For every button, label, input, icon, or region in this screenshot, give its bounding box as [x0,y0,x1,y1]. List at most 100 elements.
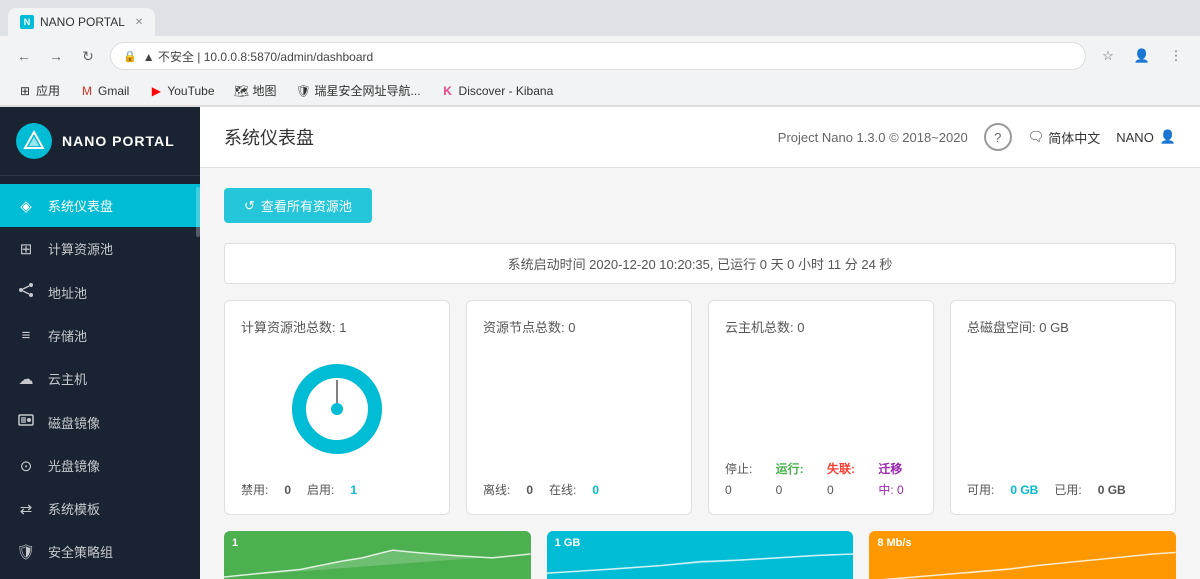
disk-chart [967,348,1159,469]
used-label: 已用: [1054,481,1081,498]
enabled-value: 1 [350,483,357,497]
forward-button[interactable]: → [42,42,70,70]
bookmark-youtube[interactable]: ▶ YouTube [141,82,222,100]
language-selector[interactable]: 🗨 简体中文 [1028,128,1101,147]
user-menu[interactable]: NANO 👤 [1116,129,1176,145]
header-right: Project Nano 1.3.0 © 2018~2020 ? 🗨 简体中文 … [778,123,1176,151]
youtube-icon: ▶ [149,84,163,98]
sidebar-item-disk-label: 磁盘镜像 [48,413,100,432]
disabled-label: 禁用: [241,481,268,498]
tab-label: NANO PORTAL [40,15,125,29]
resource-nodes-card: 资源节点总数: 0 离线: 0 在线: 0 [466,300,692,515]
apps-icon: ⊞ [18,84,32,98]
sidebar-item-disk-image[interactable]: 磁盘镜像 [0,400,200,444]
sidebar: NANO PORTAL ◈ 系统仪表盘 ⊞ 计算资源池 [0,107,200,579]
chart-3-svg [869,531,1176,579]
chart-2-svg [547,531,854,579]
compute-pool-card-title: 计算资源池总数: 1 [241,317,433,336]
chart-1-svg [224,531,531,579]
logo-svg [23,130,45,152]
migrating-label2: 中: 0 [878,481,917,498]
compute-pool-card: 计算资源池总数: 1 禁用: 0 启用: 1 [224,300,450,515]
sidebar-item-cd-image[interactable]: ⊙ 光盘镜像 [0,444,200,487]
offline-label: 离线: [483,481,510,498]
online-label: 在线: [549,481,576,498]
tab-close-button[interactable]: ✕ [135,17,143,28]
cd-icon: ⊙ [16,457,36,475]
vm-icon: ☁ [16,370,36,388]
address-pool-icon [16,282,36,302]
lang-label: 简体中文 [1048,128,1100,147]
sidebar-item-vm-label: 云主机 [48,369,87,388]
user-label: NANO [1116,130,1154,145]
bookmark-youtube-label: YouTube [167,84,214,98]
sidebar-item-storage[interactable]: ≡ 存储池 [0,314,200,357]
profile-button[interactable]: 👤 [1128,42,1156,70]
dashboard-icon: ◈ [16,197,36,215]
disk-image-icon [16,412,36,432]
lost-label: 失联: [827,460,868,477]
bottom-chart-1: 1 [224,531,531,579]
bookmark-maps[interactable]: 🗺 地图 [227,80,285,101]
ruixing-icon: 🛡 [297,84,311,98]
bookmark-apps[interactable]: ⊞ 应用 [10,80,68,101]
sidebar-logo: NANO PORTAL [0,107,200,176]
bookmark-star-button[interactable]: ☆ [1094,42,1122,70]
sidebar-item-vm[interactable]: ☁ 云主机 [0,357,200,400]
running-value: 0 [776,483,817,497]
version-text: Project Nano 1.3.0 © 2018~2020 [778,130,968,145]
back-button[interactable]: ← [10,42,38,70]
running-label: 运行: [776,460,817,477]
bookmark-gmail-label: Gmail [98,84,129,98]
enabled-label: 启用: [307,481,334,498]
browser-chrome: N NANO PORTAL ✕ ← → ↻ 🔒 ▲ 不安全 | 10.0.0.8… [0,0,1200,107]
bookmark-maps-label: 地图 [253,82,277,99]
share-icon [18,282,34,298]
donut-chart [292,364,382,454]
sidebar-nav: ◈ 系统仪表盘 ⊞ 计算资源池 地址池 [0,176,200,579]
sidebar-item-dashboard[interactable]: ◈ 系统仪表盘 [0,184,200,227]
menu-button[interactable]: ⋮ [1162,42,1190,70]
main-content: 系统仪表盘 Project Nano 1.3.0 © 2018~2020 ? 🗨… [200,107,1200,579]
vm-stats: 停止: 运行: 失联: 迁移 0 0 0 中: 0 [725,460,917,498]
tab-favicon: N [20,15,34,29]
address-bar[interactable]: 🔒 ▲ 不安全 | 10.0.0.8:5870/admin/dashboard [110,42,1086,70]
user-icon: 👤 [1160,129,1176,145]
disabled-value: 0 [284,483,291,497]
security-icon: 🛡 [16,543,36,561]
sidebar-item-template-label: 系统模板 [48,499,100,518]
bookmark-gmail[interactable]: M Gmail [72,82,137,100]
online-value: 0 [592,483,599,497]
active-tab[interactable]: N NANO PORTAL ✕ [8,8,155,36]
stopped-label: 停止: [725,460,766,477]
browser-toolbar: ← → ↻ 🔒 ▲ 不安全 | 10.0.0.8:5870/admin/dash… [0,36,1200,76]
reload-button[interactable]: ↻ [74,42,102,70]
app-container: NANO PORTAL ◈ 系统仪表盘 ⊞ 计算资源池 [0,107,1200,579]
lock-icon: 🔒 [123,50,137,63]
check-pools-button[interactable]: ↺ 查看所有资源池 [224,188,372,223]
vm-card: 云主机总数: 0 停止: 运行: 失联: 迁移 0 0 0 中: 0 [708,300,934,515]
compute-pool-icon: ⊞ [16,240,36,258]
bookmark-ruixing[interactable]: 🛡 瑞星安全网址导航... [289,80,429,101]
help-button[interactable]: ? [984,123,1012,151]
offline-value: 0 [526,483,533,497]
cards-row: 计算资源池总数: 1 禁用: 0 启用: 1 [224,300,1176,515]
bookmark-kibana[interactable]: K Discover - Kibana [433,82,562,100]
compute-pool-chart [241,348,433,469]
maps-icon: 🗺 [235,84,249,98]
check-pools-icon: ↺ [244,198,255,214]
avail-value: 0 GB [1010,483,1038,497]
sidebar-item-template[interactable]: ⇄ 系统模板 [0,487,200,530]
sidebar-item-security[interactable]: 🛡 安全策略组 [0,530,200,573]
sidebar-item-address-pool[interactable]: 地址池 [0,270,200,314]
uptime-bar: 系统启动时间 2020-12-20 10:20:35, 已运行 0 天 0 小时… [224,243,1176,284]
bottom-charts: 1 1 GB 8 Mb/s [224,531,1176,579]
resource-nodes-stats: 离线: 0 在线: 0 [483,481,675,498]
sidebar-item-compute-pool[interactable]: ⊞ 计算资源池 [0,227,200,270]
disk-space-card: 总磁盘空间: 0 GB 可用: 0 GB 已用: 0 GB [950,300,1176,515]
sidebar-item-storage-label: 存储池 [48,326,87,345]
logo-icon [16,123,52,159]
content-body: ↺ 查看所有资源池 系统启动时间 2020-12-20 10:20:35, 已运… [200,168,1200,579]
sidebar-item-compute-label: 计算资源池 [48,239,113,258]
sidebar-item-users[interactable]: 👥 用户管理 [0,573,200,579]
